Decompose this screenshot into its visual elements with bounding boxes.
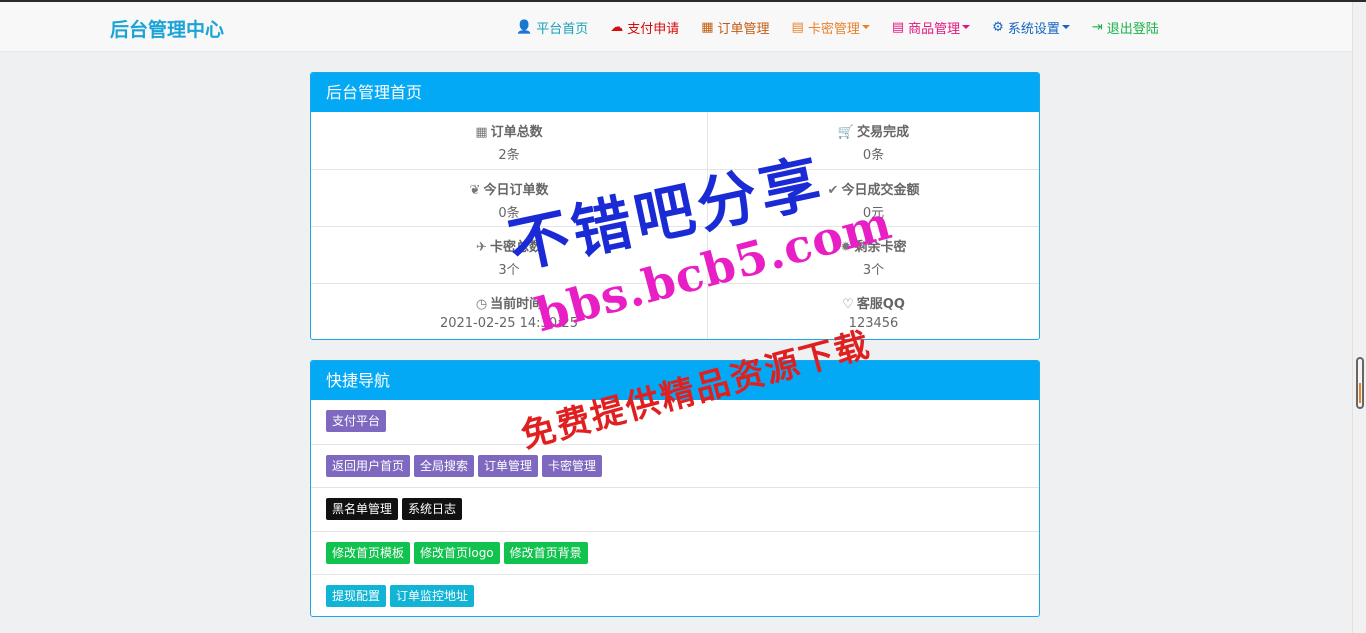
quicknav-row: 修改首页模板 修改首页logo 修改首页背景	[311, 530, 1039, 575]
nav-item-2[interactable]: ▦ 订单管理	[690, 2, 780, 52]
stat-value: 3个	[862, 263, 885, 278]
stat-label-text: 订单总数	[490, 125, 543, 140]
gear-icon: ⚙	[992, 19, 1004, 35]
quicknav-button[interactable]: 修改首页logo	[414, 541, 500, 564]
stat-label-text: 交易完成	[857, 125, 910, 140]
plane-icon: ✈	[476, 240, 487, 255]
page-scrollbar[interactable]	[1352, 2, 1366, 633]
quicknav-panel: 快捷导航 支付平台 返回用户首页 全局搜索 订单管理 卡密管理 黑名单管理 系统日志 修改首页…	[310, 360, 1040, 617]
stat-label: ◷ 当前时间	[311, 293, 707, 312]
nav-item-4[interactable]: ▤ 商品管理	[881, 2, 981, 52]
quicknav-list: 支付平台 返回用户首页 全局搜索 订单管理 卡密管理 黑名单管理 系统日志 修改首页模板 修改首…	[311, 400, 1039, 616]
nav-item-0[interactable]: 👤 平台首页	[505, 2, 599, 52]
quicknav-button[interactable]: 黑名单管理	[326, 498, 399, 520]
stat-label-text: 今日订单数	[483, 183, 549, 198]
nav-item-label: 商品管理	[908, 21, 961, 37]
nav-item-5[interactable]: ⚙ 系统设置	[981, 2, 1081, 52]
quicknav-button[interactable]: 支付平台	[326, 410, 387, 432]
nav-item-label: 订单管理	[717, 21, 770, 37]
caret-down-icon	[1061, 25, 1070, 29]
stat-value: 0元	[862, 206, 885, 221]
stat-row: ▦ 订单总数 2条 🛒 交易完成 0条	[311, 112, 1039, 169]
quicknav-button[interactable]: 卡密管理	[542, 454, 603, 477]
stat-row: ✈ 卡密总数 3个 ✹ 剩余卡密 3个	[311, 226, 1039, 283]
quicknav-row: 黑名单管理 系统日志	[311, 487, 1039, 531]
main-nav: 👤 平台首页 ☁ 支付申请 ▦ 订单管理 ▤ 卡密管理 ▤ 商品管理 ⚙ 系统设置 ⇥ 退出登陆	[505, 2, 1170, 52]
nav-item-6[interactable]: ⇥ 退出登陆	[1081, 2, 1170, 52]
stat-label: ♡ 客服QQ	[708, 293, 1039, 312]
quicknav-button[interactable]: 全局搜索	[414, 454, 475, 477]
grid-icon: ▦	[475, 125, 488, 140]
stat-value: 2021-02-25 14:30:25	[439, 316, 579, 331]
heart-icon: ♡	[842, 297, 854, 312]
stat-cell: 🛒 交易完成 0条	[708, 112, 1039, 169]
stat-cell: ✔ 今日成交金额 0元	[708, 170, 1039, 226]
caret-down-icon	[861, 25, 870, 29]
stat-cell: ♡ 客服QQ 123456	[708, 284, 1039, 339]
calendar-icon: ▦	[701, 19, 714, 35]
cloud-icon: ☁	[610, 19, 624, 35]
dashboard-panel: 后台管理首页 ▦ 订单总数 2条 🛒 交易完成 0条 ❦ 今日订单数 0条 ✔ 今日成交金额 0元 ✈ 卡…	[310, 72, 1040, 340]
logout-icon: ⇥	[1091, 19, 1103, 35]
stat-label-text: 今日成交金额	[841, 183, 920, 198]
cart-icon: 🛒	[837, 125, 855, 140]
stat-label-text: 客服QQ	[856, 297, 905, 312]
brand-title[interactable]: 后台管理中心	[110, 15, 224, 42]
stat-value: 0条	[862, 148, 885, 163]
stat-label-text: 剩余卡密	[854, 240, 907, 255]
check-icon: ✔	[827, 183, 839, 198]
stat-value: 123456	[848, 316, 899, 331]
asterisk-icon: ✹	[840, 240, 852, 255]
stat-row: ◷ 当前时间 2021-02-25 14:30:25 ♡ 客服QQ 123456	[311, 283, 1039, 339]
stat-label-text: 卡密总数	[489, 240, 542, 255]
nav-item-label: 退出登陆	[1106, 21, 1159, 37]
nav-item-1[interactable]: ☁ 支付申请	[599, 2, 690, 52]
nav-item-label: 平台首页	[536, 21, 589, 37]
stat-label: ✹ 剩余卡密	[708, 236, 1039, 255]
quicknav-row: 支付平台	[311, 400, 1039, 444]
stats-table: ▦ 订单总数 2条 🛒 交易完成 0条 ❦ 今日订单数 0条 ✔ 今日成交金额 0元 ✈ 卡密总数 3个 ✹ 剩…	[311, 112, 1039, 339]
stat-cell: ✈ 卡密总数 3个	[311, 227, 708, 283]
leaf-icon: ❦	[469, 183, 481, 198]
stat-label: 🛒 交易完成	[708, 121, 1039, 140]
clock-icon: ◷	[475, 297, 488, 312]
quicknav-row: 返回用户首页 全局搜索 订单管理 卡密管理	[311, 443, 1039, 488]
stat-label: ✔ 今日成交金额	[708, 179, 1039, 198]
top-navbar: 后台管理中心 👤 平台首页 ☁ 支付申请 ▦ 订单管理 ▤ 卡密管理 ▤ 商品管理 ⚙ 系统设置 ⇥ 退出…	[0, 2, 1352, 52]
stat-cell: ✹ 剩余卡密 3个	[708, 227, 1039, 283]
stat-label: ✈ 卡密总数	[311, 236, 707, 255]
stat-value: 3个	[498, 263, 520, 278]
stat-value: 0条	[498, 206, 520, 221]
dashboard-panel-title: 后台管理首页	[311, 73, 1039, 112]
quicknav-row: 提现配置 订单监控地址	[311, 574, 1039, 616]
stat-value: 2条	[498, 148, 520, 163]
quicknav-button[interactable]: 修改首页模板	[326, 541, 411, 564]
quicknav-button[interactable]: 返回用户首页	[326, 454, 411, 477]
caret-down-icon	[962, 25, 971, 29]
quicknav-button[interactable]: 修改首页背景	[503, 541, 588, 564]
stat-cell: ◷ 当前时间 2021-02-25 14:30:25	[311, 284, 708, 339]
stat-label: ▦ 订单总数	[311, 121, 707, 140]
quicknav-button[interactable]: 订单管理	[478, 454, 539, 477]
stat-label-text: 当前时间	[490, 297, 543, 312]
nav-item-3[interactable]: ▤ 卡密管理	[781, 2, 881, 52]
quicknav-button[interactable]: 系统日志	[402, 498, 463, 520]
quicknav-button[interactable]: 提现配置	[326, 585, 387, 607]
user-icon: 👤	[516, 19, 533, 35]
nav-item-label: 卡密管理	[807, 21, 860, 37]
nav-item-label: 支付申请	[627, 21, 680, 37]
stat-row: ❦ 今日订单数 0条 ✔ 今日成交金额 0元	[311, 169, 1039, 226]
nav-item-label: 系统设置	[1007, 21, 1060, 37]
quicknav-panel-title: 快捷导航	[311, 361, 1039, 400]
list-icon: ▤	[791, 19, 804, 35]
stat-cell: ❦ 今日订单数 0条	[311, 170, 708, 226]
stat-label: ❦ 今日订单数	[311, 179, 707, 198]
scrollbar-thumb[interactable]	[1356, 357, 1364, 409]
quicknav-button[interactable]: 订单监控地址	[390, 585, 475, 607]
stat-cell: ▦ 订单总数 2条	[311, 112, 708, 169]
list-alt-icon: ▤	[891, 19, 905, 35]
